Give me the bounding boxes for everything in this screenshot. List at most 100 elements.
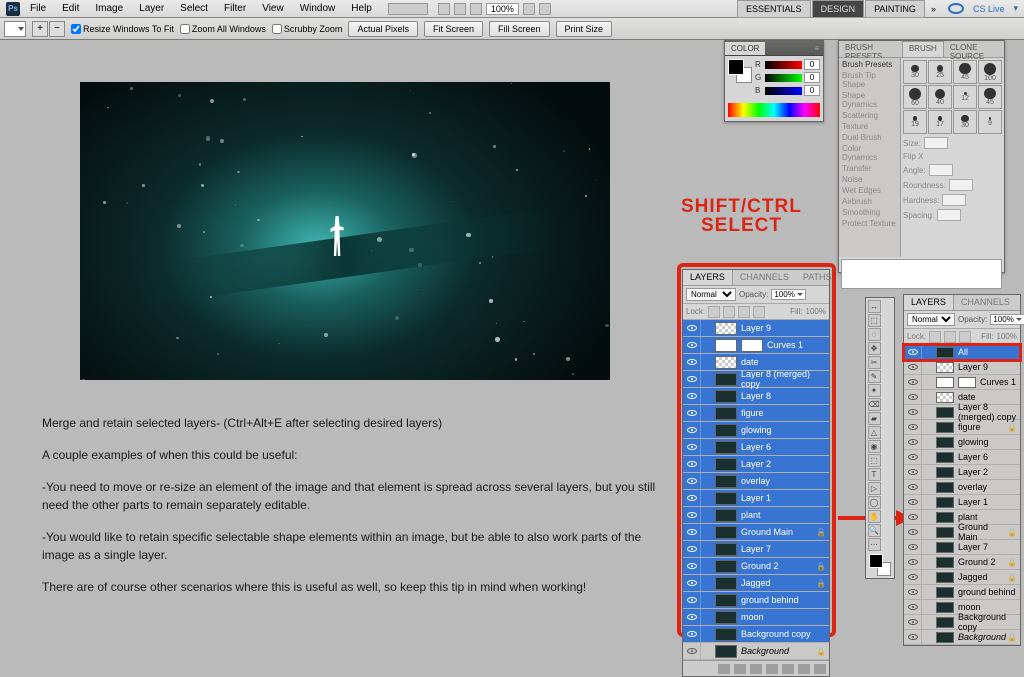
brush-tip[interactable]: 9 xyxy=(978,110,1002,134)
visibility-toggle[interactable] xyxy=(683,524,701,540)
tool-button[interactable]: ▷ xyxy=(868,482,881,495)
visibility-toggle[interactable] xyxy=(683,371,701,387)
panel-menu-icon[interactable]: ≡ xyxy=(810,44,823,53)
document-canvas[interactable] xyxy=(80,82,610,380)
visibility-toggle[interactable] xyxy=(904,555,922,569)
g-slider[interactable] xyxy=(765,74,802,82)
tool-button[interactable]: ✦ xyxy=(868,384,881,397)
layer-row[interactable]: figure🔒 xyxy=(904,420,1020,435)
visibility-toggle[interactable] xyxy=(683,473,701,489)
tool-preset-picker[interactable] xyxy=(4,21,26,37)
tool-button[interactable]: ⬚ xyxy=(868,314,881,327)
visibility-toggle[interactable] xyxy=(683,541,701,557)
layer-row[interactable]: Ground 2🔒 xyxy=(904,555,1020,570)
tool-button[interactable]: ↔ xyxy=(868,300,881,313)
layer-row[interactable]: Background copy xyxy=(904,615,1020,630)
color-spectrum[interactable] xyxy=(728,103,820,117)
layer-row[interactable]: ground behind xyxy=(904,585,1020,600)
layer-row[interactable]: ground behind xyxy=(683,592,829,609)
channels-tab[interactable]: CHANNELS xyxy=(733,270,796,285)
layers-panel-selected[interactable]: LAYERS CHANNELS PATHS Normal Opacity:100… xyxy=(682,269,830,677)
group-icon[interactable] xyxy=(782,664,794,674)
paths-tab[interactable]: PATHS xyxy=(796,270,839,285)
zoom-field[interactable]: 100% xyxy=(486,3,519,15)
new-layer-icon[interactable] xyxy=(798,664,810,674)
visibility-toggle[interactable] xyxy=(904,360,922,374)
brush-tip[interactable]: 17 xyxy=(928,110,952,134)
brush-angle-input[interactable] xyxy=(929,164,953,176)
visibility-toggle[interactable] xyxy=(683,422,701,438)
layer-row[interactable]: Layer 8 (merged) copy xyxy=(683,371,829,388)
brush-opt[interactable]: Dual Brush xyxy=(840,132,899,143)
tool-button[interactable]: ✥ xyxy=(868,342,881,355)
layer-row[interactable]: Jagged🔒 xyxy=(683,575,829,592)
layer-row[interactable]: Ground 2🔒 xyxy=(683,558,829,575)
brush-panel[interactable]: BRUSH PRESETS BRUSH CLONE SOURCE Brush P… xyxy=(838,40,1005,273)
layer-row[interactable]: Curves 1 xyxy=(683,337,829,354)
layer-row[interactable]: Background🔒 xyxy=(683,643,829,660)
tool-button[interactable]: ◯ xyxy=(868,496,881,509)
brush-tip[interactable]: 12 xyxy=(953,85,977,109)
layer-row[interactable]: Layer 7 xyxy=(904,540,1020,555)
mru-dropdown[interactable] xyxy=(388,3,428,15)
ws-design[interactable]: DESIGN xyxy=(812,0,865,18)
brush-opt[interactable]: Color Dynamics xyxy=(840,143,899,163)
tool-button[interactable]: T xyxy=(868,468,881,481)
tool-button[interactable]: ✂ xyxy=(868,356,881,369)
menu-window[interactable]: Window xyxy=(294,1,342,16)
visibility-toggle[interactable] xyxy=(904,450,922,464)
tool-button[interactable]: ✋ xyxy=(868,510,881,523)
brush-opt[interactable]: Smoothing xyxy=(840,207,899,218)
visibility-toggle[interactable] xyxy=(904,540,922,554)
brush-opt[interactable]: Texture xyxy=(840,121,899,132)
brush-tip[interactable]: 45 xyxy=(953,60,977,84)
brush-opt[interactable]: Shape Dynamics xyxy=(840,90,899,110)
brush-presets-link[interactable]: Brush Presets xyxy=(840,59,899,70)
visibility-toggle[interactable] xyxy=(904,465,922,479)
color-tab[interactable]: COLOR xyxy=(725,42,765,55)
visibility-toggle[interactable] xyxy=(904,390,922,404)
opacity-input-r[interactable]: 100% xyxy=(990,314,1024,325)
layer-row[interactable]: Layer 2 xyxy=(683,456,829,473)
visibility-toggle[interactable] xyxy=(683,507,701,523)
menu-layer[interactable]: Layer xyxy=(133,1,170,16)
tool-button[interactable]: △ xyxy=(868,426,881,439)
menu-select[interactable]: Select xyxy=(174,1,214,16)
brush-size-input[interactable] xyxy=(924,137,948,149)
visibility-toggle[interactable] xyxy=(904,375,922,389)
brush-opt[interactable]: Airbrush xyxy=(840,196,899,207)
fill-screen-button[interactable]: Fill Screen xyxy=(489,21,550,37)
color-panel[interactable]: COLOR≡ R0 G0 B0 xyxy=(724,40,824,122)
brush-hardness-input[interactable] xyxy=(942,194,966,206)
visibility-toggle[interactable] xyxy=(683,320,701,336)
tool-button[interactable]: ◌ xyxy=(868,328,881,341)
blend-mode-select[interactable]: Normal xyxy=(686,288,736,301)
menu-image[interactable]: Image xyxy=(89,1,129,16)
arrange-icon[interactable] xyxy=(438,3,450,15)
brush-tip[interactable]: 30 xyxy=(953,110,977,134)
visibility-toggle[interactable] xyxy=(683,456,701,472)
tool-button[interactable]: ⌫ xyxy=(868,398,881,411)
layer-row[interactable]: Layer 9 xyxy=(683,320,829,337)
visibility-toggle[interactable] xyxy=(904,495,922,509)
resize-windows-check[interactable]: Resize Windows To Fit xyxy=(71,24,174,34)
visibility-toggle[interactable] xyxy=(904,435,922,449)
layer-row[interactable]: Background🔒 xyxy=(904,630,1020,645)
menu-filter[interactable]: Filter xyxy=(218,1,252,16)
layer-row[interactable]: Layer 8 xyxy=(683,388,829,405)
r-slider[interactable] xyxy=(765,61,802,69)
brush-presets-tab[interactable]: BRUSH PRESETS xyxy=(839,41,902,57)
fill-input-r[interactable]: 100% xyxy=(997,332,1017,341)
menu-view[interactable]: View xyxy=(256,1,290,16)
brush-tip[interactable]: 30 xyxy=(903,60,927,84)
tool-button[interactable]: ◉ xyxy=(868,440,881,453)
visibility-toggle[interactable] xyxy=(904,510,922,524)
brush-tip[interactable]: 100 xyxy=(978,60,1002,84)
visibility-toggle[interactable] xyxy=(683,439,701,455)
brush-tip[interactable]: 19 xyxy=(903,110,927,134)
layer-row[interactable]: Layer 6 xyxy=(904,450,1020,465)
layer-row[interactable]: Layer 6 xyxy=(683,439,829,456)
visibility-toggle[interactable] xyxy=(683,354,701,370)
layer-row[interactable]: plant xyxy=(683,507,829,524)
menu-file[interactable]: File xyxy=(24,1,52,16)
